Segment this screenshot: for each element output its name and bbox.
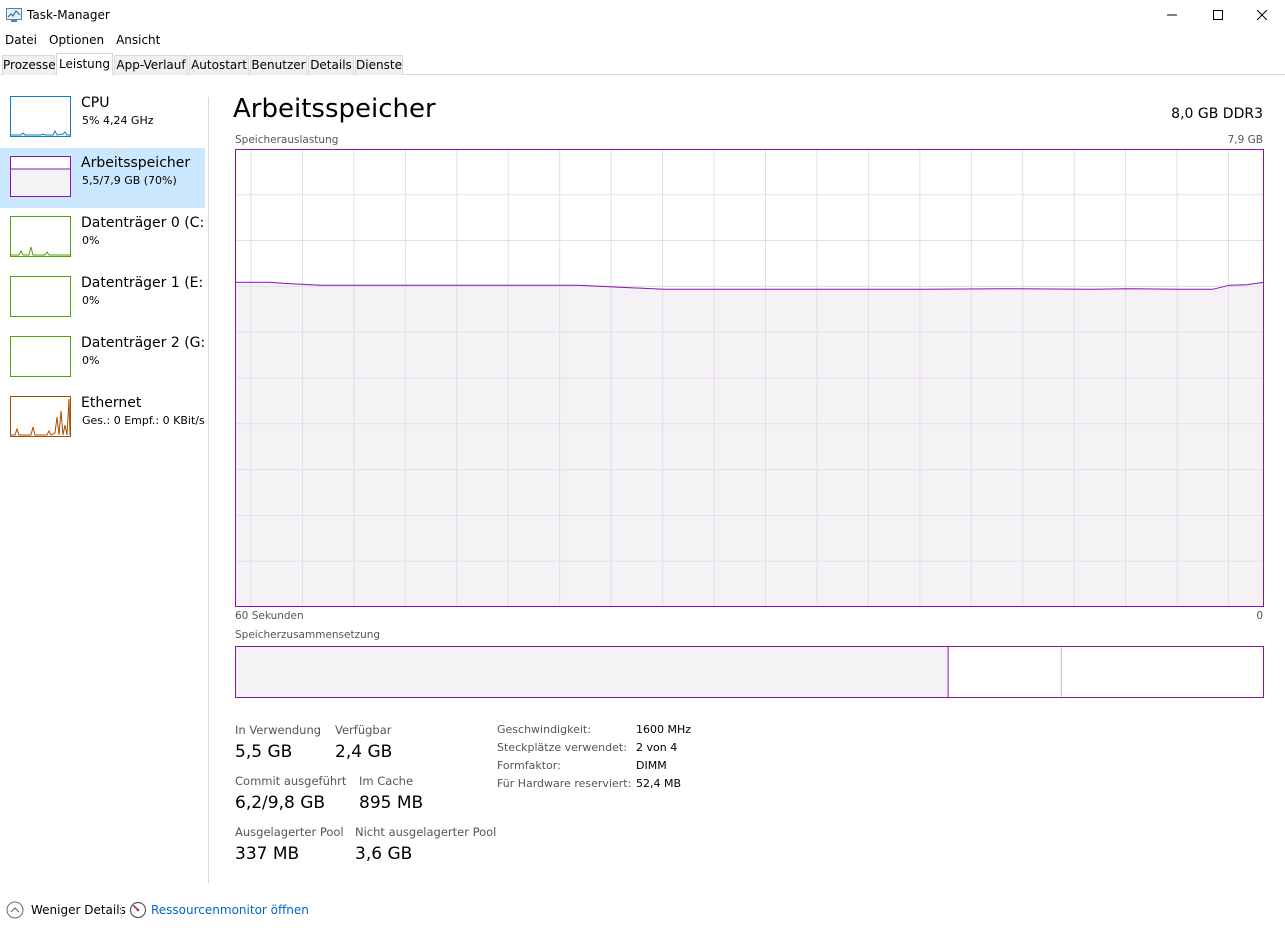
page-title: Arbeitsspeicher — [233, 94, 436, 124]
maximize-icon — [1213, 10, 1223, 20]
ethernet-thumbnail-graph — [10, 396, 71, 437]
ethernet-sparkline — [11, 398, 71, 436]
hardware-reserved-value: 52,4 MB — [636, 777, 682, 790]
composition-standby-segment — [1061, 646, 1264, 698]
sidebar-item-value: 0% — [82, 354, 100, 367]
sidebar-item-cpu[interactable]: CPU 5% 4,24 GHz — [0, 88, 205, 148]
footer-divider — [121, 904, 122, 918]
in-use-label: In Verwendung — [235, 723, 322, 737]
menu-optionen[interactable]: Optionen — [44, 31, 111, 49]
minimize-button[interactable] — [1149, 0, 1195, 30]
footer: Weniger Details Ressourcenmonitor öffnen — [0, 900, 1285, 922]
menu-ansicht[interactable]: Ansicht — [111, 31, 167, 49]
sidebar-item-label: Datenträger 1 (E: F — [81, 275, 205, 291]
maximize-button[interactable] — [1195, 0, 1241, 30]
sidebar-item-value: 0% — [82, 294, 100, 307]
disk0-thumbnail-graph — [10, 216, 71, 257]
minimize-icon — [1167, 14, 1177, 16]
tab-benutzer[interactable]: Benutzer — [250, 55, 307, 75]
sidebar-item-value: 0% — [82, 234, 100, 247]
chart-time-right: 0 — [1256, 610, 1263, 622]
sidebar-item-memory[interactable]: Arbeitsspeicher 5,5/7,9 GB (70%) — [0, 148, 205, 208]
cached-label: Im Cache — [359, 774, 414, 788]
nonpaged-pool-label: Nicht ausgelagerter Pool — [355, 825, 497, 839]
slots-label: Steckplätze verwendet: — [497, 741, 627, 754]
memory-composition-bar — [235, 646, 1264, 698]
composition-label: Speicherzusammensetzung — [235, 629, 381, 641]
tab-bar: Prozesse Leistung App-Verlauf Autostart … — [0, 53, 1285, 75]
menu-bar: Datei Optionen Ansicht — [0, 31, 167, 49]
nonpaged-pool-value: 3,6 GB — [355, 844, 413, 864]
sidebar-item-disk-1[interactable]: Datenträger 1 (E: F 0% — [0, 268, 205, 328]
resource-monitor-icon — [129, 901, 147, 919]
sidebar-item-label: CPU — [81, 95, 110, 111]
tab-dienste[interactable]: Dienste — [355, 55, 403, 75]
menu-datei[interactable]: Datei — [0, 31, 44, 49]
speed-label: Geschwindigkeit: — [497, 723, 591, 736]
in-use-value: 5,5 GB — [235, 742, 293, 762]
chevron-up-circle-icon — [6, 901, 24, 919]
sidebar-item-value: 5,5/7,9 GB (70%) — [82, 174, 177, 187]
memory-usage-chart — [235, 149, 1264, 607]
title-bar: Task-Manager — [0, 0, 1285, 30]
usage-area-fill — [235, 282, 1264, 607]
window-title: Task-Manager — [27, 8, 110, 22]
composition-in-use-segment — [235, 646, 949, 698]
disk2-thumbnail-graph — [10, 336, 71, 377]
hardware-reserved-label: Für Hardware reserviert: — [497, 777, 632, 790]
sidebar-item-value: 5% 4,24 GHz — [82, 114, 154, 127]
resource-monitor-label: Ressourcenmonitor öffnen — [151, 903, 309, 917]
fewer-details-label: Weniger Details — [31, 903, 126, 917]
sidebar-item-disk-0[interactable]: Datenträger 0 (C:) 0% — [0, 208, 205, 268]
chart-time-left: 60 Sekunden — [235, 610, 304, 622]
form-factor-value: DIMM — [636, 759, 667, 772]
memory-spec: 8,0 GB DDR3 — [1171, 106, 1263, 122]
sidebar-item-value: Ges.: 0 Empf.: 0 KBit/s — [82, 414, 205, 427]
tab-app-verlauf[interactable]: App-Verlauf — [114, 55, 188, 75]
sidebar-item-label: Arbeitsspeicher — [81, 155, 191, 171]
composition-modified-segment — [948, 646, 1062, 698]
sidebar-item-label: Ethernet — [81, 395, 142, 411]
sidebar-item-disk-2[interactable]: Datenträger 2 (G:) 0% — [0, 328, 205, 388]
memory-thumbnail-graph — [10, 156, 71, 197]
close-icon — [1257, 10, 1267, 20]
tab-prozesse[interactable]: Prozesse — [2, 55, 56, 75]
paged-pool-value: 337 MB — [235, 844, 300, 864]
close-button[interactable] — [1239, 0, 1285, 30]
commit-label: Commit ausgeführt — [235, 774, 347, 788]
tab-leistung[interactable]: Leistung — [56, 53, 113, 75]
tab-autostart[interactable]: Autostart — [189, 55, 249, 75]
memory-sparkline — [11, 168, 70, 196]
usage-chart-max: 7,9 GB — [1227, 134, 1263, 146]
cpu-sparkline — [11, 129, 70, 136]
available-value: 2,4 GB — [335, 742, 393, 762]
disk1-thumbnail-graph — [10, 276, 71, 317]
disk0-sparkline — [11, 246, 70, 256]
available-label: Verfügbar — [335, 723, 392, 737]
task-manager-icon — [6, 8, 22, 22]
sidebar-item-label: Datenträger 0 (C:) — [81, 215, 205, 231]
cached-value: 895 MB — [359, 793, 424, 813]
usage-chart-label: Speicherauslastung — [235, 134, 339, 146]
sidebar-item-label: Datenträger 2 (G:) — [81, 335, 205, 351]
cpu-thumbnail-graph — [10, 96, 71, 137]
sidebar-item-ethernet[interactable]: Ethernet Ges.: 0 Empf.: 0 KBit/s — [0, 388, 205, 448]
tab-details[interactable]: Details — [308, 55, 354, 75]
slots-value: 2 von 4 — [636, 741, 678, 754]
sidebar-divider — [208, 97, 209, 883]
speed-value: 1600 MHz — [636, 723, 692, 736]
paged-pool-label: Ausgelagerter Pool — [235, 825, 344, 839]
commit-value: 6,2/9,8 GB — [235, 793, 326, 813]
form-factor-label: Formfaktor: — [497, 759, 561, 772]
